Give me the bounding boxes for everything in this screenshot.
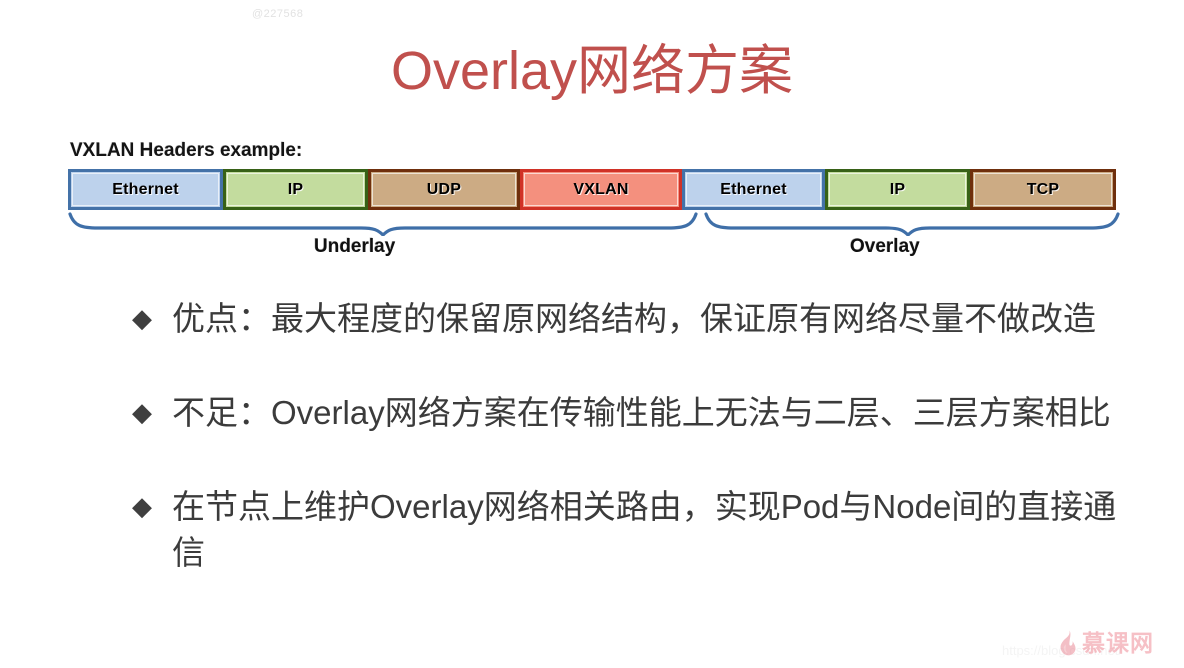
page-title: Overlay网络方案 — [390, 41, 794, 101]
header-box-ip-outer: IP — [223, 169, 368, 210]
flame-icon — [1060, 630, 1076, 656]
header-box-label: Ethernet — [720, 180, 787, 198]
header-box-vxlan: VXLAN — [520, 169, 682, 210]
diagram-caption: VXLAN Headers example: — [70, 140, 303, 161]
header-box-label: IP — [889, 180, 906, 198]
list-item: ◆ 优点：最大程度的保留原网络结构，保证原有网络尽量不做改造 — [132, 296, 1162, 342]
header-box-ethernet-inner: Ethernet — [682, 169, 825, 210]
header-box-tcp: TCP — [970, 169, 1116, 210]
header-box-label: IP — [287, 180, 304, 198]
list-item-text: 不足：Overlay网络方案在传输性能上无法与二层、三层方案相比 — [172, 394, 1111, 431]
vxlan-header-diagram: VXLAN Headers example: Ethernet IP UDP V… — [68, 140, 1124, 270]
header-box-label: VXLAN — [573, 180, 629, 198]
group-label-overlay: Overlay — [850, 236, 920, 257]
list-item-text: 在节点上维护Overlay网络相关路由，实现Pod与Node间的直接通信 — [172, 488, 1117, 571]
group-label-underlay: Underlay — [314, 236, 396, 257]
diamond-bullet-icon: ◆ — [132, 398, 152, 428]
diamond-bullet-icon: ◆ — [132, 304, 152, 334]
list-item: ◆ 在节点上维护Overlay网络相关路由，实现Pod与Node间的直接通信 — [132, 484, 1162, 576]
top-watermark: @227568 — [252, 8, 304, 20]
header-box-label: UDP — [426, 180, 462, 198]
bullet-list: ◆ 优点：最大程度的保留原网络结构，保证原有网络尽量不做改造 ◆ 不足：Over… — [132, 296, 1162, 624]
imooc-brand-text: 慕课网 — [1082, 630, 1154, 656]
group-braces — [68, 212, 1120, 236]
header-box-label: Ethernet — [112, 180, 179, 198]
header-box-row: Ethernet IP UDP VXLAN Ethernet IP TCP — [68, 169, 1122, 210]
imooc-logo: 慕课网 — [1056, 630, 1154, 656]
list-item-text: 优点：最大程度的保留原网络结构，保证原有网络尽量不做改造 — [172, 300, 1096, 337]
header-box-ethernet-outer: Ethernet — [68, 169, 223, 210]
header-box-label: TCP — [1026, 180, 1060, 198]
list-item: ◆ 不足：Overlay网络方案在传输性能上无法与二层、三层方案相比 — [132, 390, 1162, 436]
diamond-bullet-icon: ◆ — [132, 492, 152, 522]
header-box-udp: UDP — [368, 169, 520, 210]
header-box-ip-inner: IP — [825, 169, 970, 210]
